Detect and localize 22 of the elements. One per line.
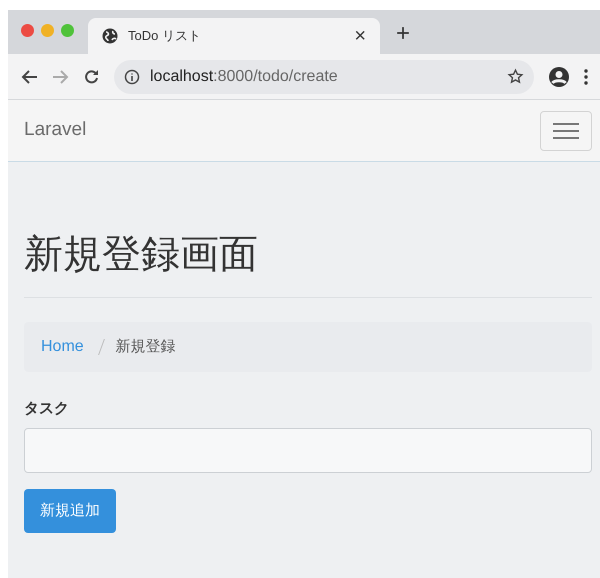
menu-icon bbox=[553, 122, 579, 138]
browser-tab[interactable]: ToDo リスト × bbox=[88, 18, 380, 54]
new-tab-button[interactable]: + bbox=[396, 22, 410, 46]
brand-link[interactable]: Laravel bbox=[24, 116, 86, 145]
close-window-icon[interactable] bbox=[21, 24, 34, 37]
tab-title: ToDo リスト bbox=[128, 27, 202, 46]
more-icon[interactable] bbox=[584, 68, 588, 84]
forward-icon[interactable] bbox=[52, 68, 70, 84]
address-bar[interactable]: localhost:8000/todo/create bbox=[114, 60, 534, 94]
page-heading: 新規登録画面 bbox=[24, 232, 592, 298]
url-text: localhost:8000/todo/create bbox=[150, 66, 339, 86]
task-input[interactable] bbox=[24, 428, 592, 474]
globe-icon bbox=[102, 28, 118, 44]
menu-button[interactable] bbox=[540, 110, 592, 150]
field-label: タスク bbox=[24, 398, 70, 419]
close-tab-button[interactable]: × bbox=[354, 26, 366, 46]
back-icon[interactable] bbox=[20, 68, 38, 84]
star-icon[interactable] bbox=[507, 68, 524, 85]
breadcrumb-current: 新規登録 bbox=[116, 336, 176, 357]
info-icon bbox=[124, 68, 140, 84]
reload-icon[interactable] bbox=[84, 68, 100, 84]
account-icon[interactable] bbox=[548, 66, 570, 88]
